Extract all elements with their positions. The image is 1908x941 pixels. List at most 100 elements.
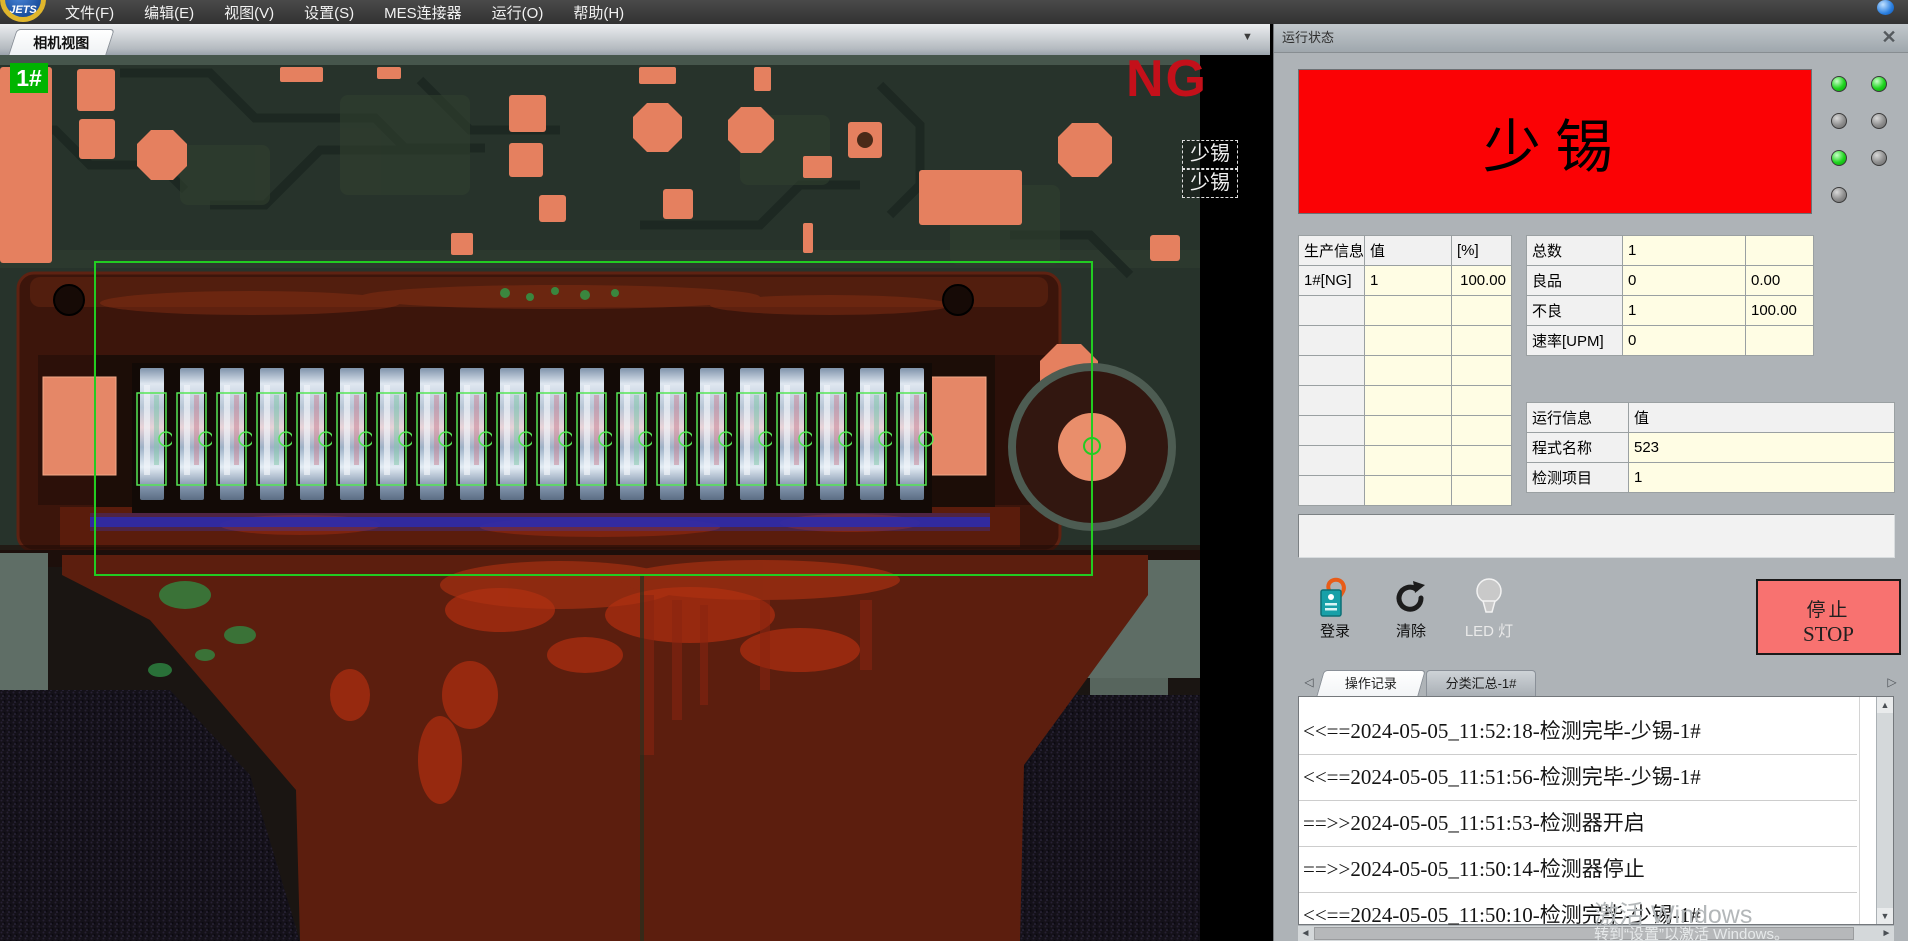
table-header: [%] — [1452, 236, 1512, 266]
table-header-row: 生产信息 值 [%] — [1299, 236, 1512, 266]
log-tabs-left-arrow-icon[interactable]: ◁ — [1301, 673, 1317, 691]
status-light-on — [1831, 150, 1847, 166]
menu-view[interactable]: 视图(V) — [209, 0, 289, 26]
table-cell — [1452, 326, 1512, 356]
status-light-on — [1831, 76, 1847, 92]
close-icon[interactable]: ✕ — [1879, 27, 1899, 47]
result-banner-text: 少锡 — [1483, 100, 1627, 184]
clear-button[interactable]: 清除 — [1378, 576, 1444, 654]
panel-title-bar: 运行状态 ✕ — [1274, 24, 1908, 53]
menu-run[interactable]: 运行(O) — [477, 0, 559, 26]
table-row — [1299, 476, 1512, 506]
stop-label-en: STOP — [1758, 622, 1899, 647]
table-row — [1299, 356, 1512, 386]
clear-refresh-icon — [1378, 576, 1444, 620]
menu-settings[interactable]: 设置(S) — [289, 0, 369, 26]
table-cell: 程式名称 — [1527, 433, 1629, 463]
tab-classification-summary-label: 分类汇总-1# — [1446, 676, 1517, 691]
status-light-off — [1871, 113, 1887, 129]
table-cell — [1299, 356, 1365, 386]
log-entries: <<==2024-05-05_11:52:18-检测完毕-少锡-1#<<==20… — [1299, 709, 1857, 939]
table-row: 不良1100.00 — [1527, 296, 1814, 326]
table-cell: 0.00 — [1746, 266, 1814, 296]
table-cell — [1365, 326, 1452, 356]
table-header: 运行信息 — [1527, 403, 1629, 433]
tabstrip-dropdown-icon[interactable]: ▼ — [1242, 31, 1253, 43]
scroll-down-icon[interactable]: ▼ — [1877, 908, 1893, 924]
tab-operation-log-label: 操作记录 — [1321, 671, 1421, 697]
scroll-right-icon[interactable]: ► — [1879, 926, 1894, 941]
table-cell — [1299, 326, 1365, 356]
table-cell: 0 — [1623, 326, 1746, 356]
led-bulb-icon — [1450, 576, 1528, 620]
message-box[interactable] — [1298, 514, 1895, 558]
table-cell — [1365, 476, 1452, 506]
table-cell — [1452, 416, 1512, 446]
flex-cable — [0, 545, 1200, 941]
scroll-up-icon[interactable]: ▲ — [1877, 697, 1893, 713]
table-cell — [1299, 476, 1365, 506]
table-cell: 523 — [1629, 433, 1895, 463]
panel-title: 运行状态 — [1282, 30, 1334, 45]
table-cell: 1 — [1629, 463, 1895, 493]
login-label: 登录 — [1320, 623, 1350, 640]
table-header: 值 — [1365, 236, 1452, 266]
vertical-scrollbar[interactable]: ▲ ▼ — [1876, 697, 1893, 924]
table-cell — [1299, 386, 1365, 416]
menu-file[interactable]: 文件(F) — [50, 0, 129, 26]
stop-button[interactable]: 停止 STOP — [1756, 579, 1901, 655]
defect-label: 少锡 — [1182, 169, 1238, 198]
table-cell: 100.00 — [1746, 296, 1814, 326]
led-light-button[interactable]: LED 灯 — [1450, 576, 1528, 654]
menu-items: 文件(F) 编辑(E) 视图(V) 设置(S) MES连接器 运行(O) 帮助(… — [50, 0, 639, 26]
table-cell — [1746, 326, 1814, 356]
table-cell — [1365, 386, 1452, 416]
scroll-left-icon[interactable]: ◄ — [1298, 926, 1313, 941]
log-entry: ==>>2024-05-05_11:51:53-检测器开启 — [1299, 801, 1857, 847]
window-orb-icon — [1877, 0, 1894, 15]
menu-edit[interactable]: 编辑(E) — [129, 0, 209, 26]
login-badge-icon — [1302, 576, 1368, 620]
table-cell: 1 — [1365, 266, 1452, 296]
table-cell: 1 — [1623, 236, 1746, 266]
log-entry: <<==2024-05-05_11:52:18-检测完毕-少锡-1# — [1299, 709, 1857, 755]
table-cell: 检测项目 — [1527, 463, 1629, 493]
log-tabstrip: ◁ 操作记录 分类汇总-1# ▷ — [1274, 669, 1908, 696]
table-row — [1299, 446, 1512, 476]
tab-camera-view[interactable]: 相机视图 — [8, 29, 115, 56]
menu-help[interactable]: 帮助(H) — [558, 0, 639, 26]
operation-log-panel: <<==2024-05-05_11:52:18-检测完毕-少锡-1#<<==20… — [1298, 696, 1894, 925]
table-cell — [1452, 476, 1512, 506]
status-light-on — [1871, 76, 1887, 92]
table-cell: 速率[UPM] — [1527, 326, 1623, 356]
stop-label-cn: 停止 — [1758, 595, 1899, 622]
menu-mes-connector[interactable]: MES连接器 — [369, 0, 477, 26]
table-row — [1299, 386, 1512, 416]
app-logo-icon: JETS — [0, 0, 46, 22]
flux-line — [90, 517, 990, 527]
defect-label: 少锡 — [1182, 140, 1238, 169]
log-entry: <<==2024-05-05_11:51:56-检测完毕-少锡-1# — [1299, 755, 1857, 801]
table-cell — [1365, 446, 1452, 476]
view-tabstrip: 相机视图 ▼ — [0, 24, 1270, 56]
tab-operation-log[interactable]: 操作记录 — [1316, 670, 1426, 697]
connector-end-pad-left — [43, 377, 116, 475]
table-row — [1299, 416, 1512, 446]
table-header: 生产信息 — [1299, 236, 1365, 266]
table-cell — [1365, 356, 1452, 386]
menu-bar: JETS 文件(F) 编辑(E) 视图(V) 设置(S) MES连接器 运行(O… — [0, 0, 1908, 24]
log-tabs-right-arrow-icon[interactable]: ▷ — [1884, 673, 1900, 691]
login-button[interactable]: 登录 — [1302, 576, 1368, 654]
log-column-divider — [1859, 697, 1860, 924]
table-cell — [1299, 416, 1365, 446]
tab-classification-summary[interactable]: 分类汇总-1# — [1426, 670, 1536, 697]
application-window: JETS 文件(F) 编辑(E) 视图(V) 设置(S) MES连接器 运行(O… — [0, 0, 1908, 941]
table-header: 值 — [1629, 403, 1895, 433]
table-cell: 不良 — [1527, 296, 1623, 326]
table-cell — [1452, 446, 1512, 476]
table-cell — [1365, 416, 1452, 446]
table-cell — [1299, 446, 1365, 476]
table-cell — [1299, 296, 1365, 326]
table-row: 速率[UPM]0 — [1527, 326, 1814, 356]
result-banner: 少锡 — [1298, 69, 1812, 214]
